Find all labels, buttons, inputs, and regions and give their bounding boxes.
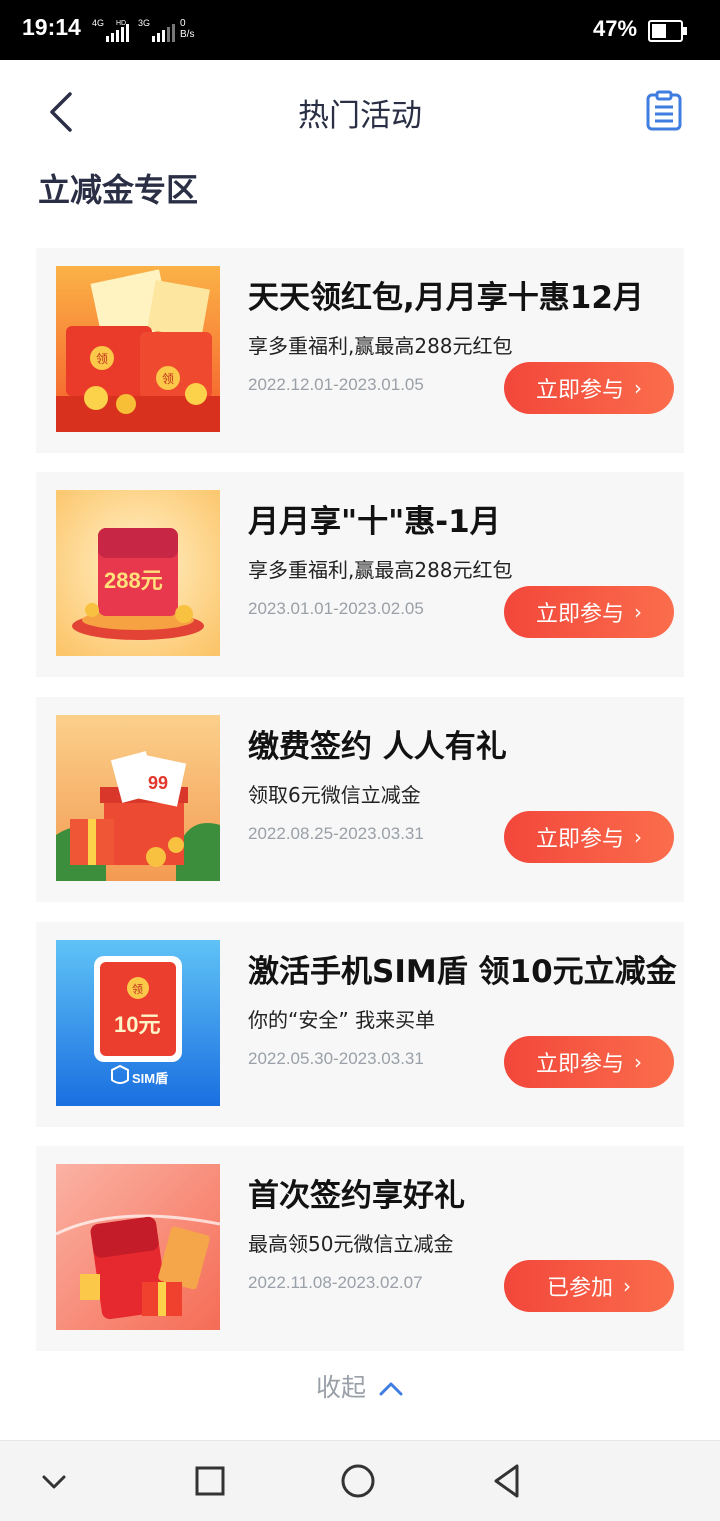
chevron-up-icon	[379, 1382, 403, 1396]
activity-card[interactable]: 99 缴费签约 人人有礼 领取6元微信立减金 2022.08.25-2023.0…	[36, 697, 684, 902]
chevron-down-icon[interactable]	[32, 1459, 76, 1503]
clipboard-list-icon[interactable]	[644, 90, 684, 132]
activity-desc: 你的“安全” 我来买单	[248, 1008, 436, 1032]
activity-desc: 享多重福利,赢最高288元红包	[248, 558, 513, 582]
join-button-label: 已参加	[546, 1276, 613, 1301]
signal-icon: 4G HD 3G	[92, 18, 175, 42]
activity-thumbnail: 领 领	[56, 266, 220, 432]
joined-button[interactable]: 已参加 ›	[504, 1260, 674, 1312]
battery-icon	[648, 20, 687, 42]
net-speed: 0 B/s	[180, 18, 194, 40]
activity-thumbnail	[56, 1164, 220, 1330]
join-button[interactable]: 立即参与 ›	[504, 586, 674, 638]
activity-card[interactable]: 领 领 天天领红包,月月享十惠12月 享多重福利,赢最高288元红包 2022.…	[36, 248, 684, 453]
activity-date: 2022.05.30-2023.03.31	[248, 1049, 424, 1068]
chevron-right-icon: ›	[634, 1050, 642, 1074]
activity-card[interactable]: 首次签约享好礼 最高领50元微信立减金 2022.11.08-2023.02.0…	[36, 1146, 684, 1351]
net2-label: 3G	[138, 18, 150, 28]
activity-thumbnail: 99	[56, 715, 220, 881]
chevron-right-icon: ›	[634, 825, 642, 849]
activity-title: 缴费签约 人人有礼	[248, 729, 507, 765]
activity-card[interactable]: 领 10元 SIM盾 激活手机SIM盾 领10元立减金 你的“安全” 我来买单 …	[36, 922, 684, 1127]
activity-thumbnail: 领 10元 SIM盾	[56, 940, 220, 1106]
square-icon[interactable]	[188, 1459, 232, 1503]
thumb-text: 领	[132, 983, 143, 996]
join-button-label: 立即参与	[535, 378, 624, 403]
join-button[interactable]: 立即参与 ›	[504, 1036, 674, 1088]
activity-card[interactable]: 288元 月月享"十"惠-1月 享多重福利,赢最高288元红包 2023.01.…	[36, 472, 684, 677]
activity-desc: 享多重福利,赢最高288元红包	[248, 334, 513, 358]
activity-title: 月月享"十"惠-1月	[248, 504, 501, 540]
collapse-toggle[interactable]: 收起	[0, 1368, 720, 1404]
activity-date: 2022.12.01-2023.01.05	[248, 375, 424, 394]
activity-date: 2022.11.08-2023.02.07	[248, 1273, 423, 1292]
system-nav-bar	[0, 1440, 720, 1521]
thumb-text: 领	[162, 372, 174, 386]
speed-unit: B/s	[180, 29, 195, 40]
activity-title: 激活手机SIM盾 领10元立减金	[248, 954, 677, 990]
net1-label: 4G	[92, 18, 104, 28]
join-button[interactable]: 立即参与 ›	[504, 362, 674, 414]
activity-date: 2022.08.25-2023.03.31	[248, 824, 424, 843]
chevron-right-icon: ›	[634, 600, 642, 624]
hd-label: HD	[116, 20, 126, 27]
page-title: 热门活动	[298, 98, 422, 134]
status-time: 19:14	[22, 14, 81, 40]
join-button[interactable]: 立即参与 ›	[504, 811, 674, 863]
join-button-label: 立即参与	[535, 827, 624, 852]
thumb-text: 99	[148, 773, 168, 793]
thumb-text: 10元	[114, 1012, 160, 1037]
status-bar: 19:14 4G HD 3G 0 B/s 47%	[0, 0, 720, 60]
section-title: 立减金专区	[38, 171, 199, 209]
activity-thumbnail: 288元	[56, 490, 220, 656]
thumb-text: 288元	[104, 568, 163, 593]
chevron-right-icon: ›	[623, 1274, 631, 1298]
activity-desc: 领取6元微信立减金	[248, 783, 421, 807]
thumb-text: SIM盾	[132, 1071, 168, 1086]
circle-icon[interactable]	[336, 1459, 380, 1503]
thumb-text: 领	[96, 352, 108, 366]
chevron-right-icon: ›	[634, 376, 642, 400]
activity-date: 2023.01.01-2023.02.05	[248, 599, 424, 618]
speed-value: 0	[180, 18, 186, 29]
triangle-back-icon[interactable]	[486, 1459, 530, 1503]
app-header: 热门活动	[0, 60, 720, 160]
battery-percent: 47%	[593, 16, 638, 41]
join-button-label: 立即参与	[535, 1052, 624, 1077]
join-button-label: 立即参与	[535, 602, 624, 627]
activity-title: 首次签约享好礼	[248, 1178, 465, 1214]
activity-title: 天天领红包,月月享十惠12月	[248, 280, 644, 316]
collapse-label: 收起	[316, 1373, 367, 1402]
activity-desc: 最高领50元微信立减金	[248, 1232, 454, 1256]
